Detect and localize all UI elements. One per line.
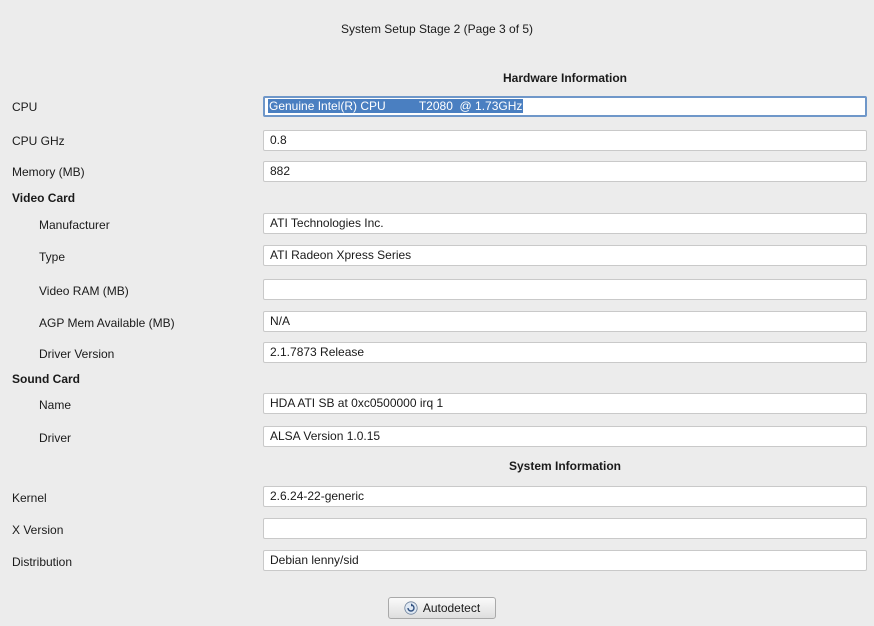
sound-name-label: Name bbox=[39, 398, 72, 412]
video-ram-label: Video RAM (MB) bbox=[39, 284, 129, 298]
driver-version-field[interactable]: 2.1.7873 Release bbox=[263, 342, 867, 363]
x-version-label: X Version bbox=[12, 523, 64, 537]
distribution-label: Distribution bbox=[12, 555, 73, 569]
distribution-field[interactable]: Debian lenny/sid bbox=[263, 550, 867, 571]
driver-version-label: Driver Version bbox=[39, 347, 115, 361]
sound-card-group-label: Sound Card bbox=[12, 372, 80, 386]
autodetect-button[interactable]: Autodetect bbox=[388, 597, 496, 619]
memory-field[interactable]: 882 bbox=[263, 161, 867, 182]
autodetect-label: Autodetect bbox=[422, 601, 481, 615]
hardware-information-heading: Hardware Information bbox=[502, 71, 628, 85]
video-type-field[interactable]: ATI Radeon Xpress Series bbox=[263, 245, 867, 266]
agp-mem-field[interactable]: N/A bbox=[263, 311, 867, 332]
video-manufacturer-field[interactable]: ATI Technologies Inc. bbox=[263, 213, 867, 234]
video-card-group-label: Video Card bbox=[12, 191, 76, 205]
memory-label: Memory (MB) bbox=[12, 165, 85, 179]
video-manufacturer-label: Manufacturer bbox=[39, 218, 110, 232]
x-version-field[interactable] bbox=[263, 518, 867, 539]
sound-name-field[interactable]: HDA ATI SB at 0xc0500000 irq 1 bbox=[263, 393, 867, 414]
kernel-label: Kernel bbox=[12, 491, 47, 505]
cpu-field[interactable]: Genuine Intel(R) CPU T2080 @ 1.73GHz bbox=[263, 96, 867, 117]
video-ram-field[interactable] bbox=[263, 279, 867, 300]
sound-driver-label: Driver bbox=[39, 431, 71, 445]
cpu-label: CPU bbox=[12, 100, 38, 114]
page-title: System Setup Stage 2 (Page 3 of 5) bbox=[340, 22, 534, 36]
agp-mem-label: AGP Mem Available (MB) bbox=[39, 316, 175, 330]
video-type-label: Type bbox=[39, 250, 66, 264]
cpu-ghz-field[interactable]: 0.8 bbox=[263, 130, 867, 151]
cpu-ghz-label: CPU GHz bbox=[12, 134, 65, 148]
cpu-value: Genuine Intel(R) CPU T2080 @ 1.73GHz bbox=[268, 99, 524, 113]
kernel-field[interactable]: 2.6.24-22-generic bbox=[263, 486, 867, 507]
refresh-icon bbox=[404, 601, 418, 615]
sound-driver-field[interactable]: ALSA Version 1.0.15 bbox=[263, 426, 867, 447]
system-information-heading: System Information bbox=[508, 459, 622, 473]
